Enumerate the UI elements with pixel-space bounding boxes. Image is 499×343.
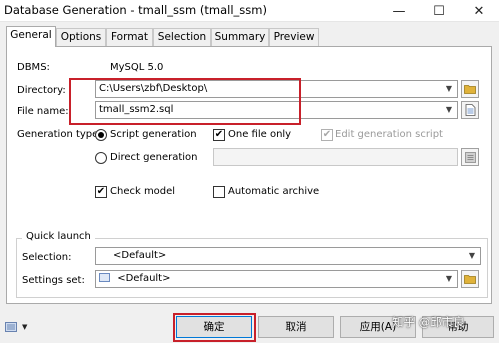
settings-set-label: Settings set: — [22, 275, 85, 286]
tab-summary[interactable]: Summary — [211, 28, 269, 46]
title-bar: Database Generation - tmall_ssm (tmall_s… — [0, 0, 499, 22]
one-file-only-checkbox[interactable]: ✔ — [213, 129, 225, 141]
selection-value: <Default> — [113, 250, 167, 261]
dbms-label: DBMS: — [17, 62, 50, 73]
minimize-icon[interactable]: — — [379, 0, 419, 22]
selection-dropdown[interactable]: <Default> ▼ — [95, 247, 481, 265]
close-icon[interactable]: ✕ — [459, 0, 499, 22]
tab-selection[interactable]: Selection — [153, 28, 211, 46]
chevron-down-icon[interactable]: ▼ — [443, 81, 455, 97]
directory-value: C:\Users\zbf\Desktop\ — [99, 83, 208, 94]
file-icon[interactable] — [461, 101, 479, 119]
script-generation-radio[interactable] — [95, 129, 107, 141]
edit-generation-script-label: Edit generation script — [335, 129, 443, 140]
maximize-icon[interactable]: ☐ — [419, 0, 459, 22]
chevron-down-icon[interactable]: ▼ — [443, 271, 455, 287]
direct-generation-input[interactable] — [213, 148, 458, 166]
directory-label: Directory: — [17, 85, 66, 96]
direct-generation-radio[interactable] — [95, 152, 107, 164]
filename-value: tmall_ssm2.sql — [99, 104, 174, 115]
folder-icon[interactable] — [461, 270, 479, 288]
check-model-checkbox[interactable]: ✔ — [95, 186, 107, 198]
tab-format[interactable]: Format — [106, 28, 153, 46]
one-file-only-label: One file only — [228, 129, 292, 140]
generation-type-label: Generation type: — [17, 129, 102, 140]
tab-bar: General Options Format Selection Summary… — [6, 26, 496, 47]
edit-generation-script-checkbox[interactable]: ✔ — [321, 129, 333, 141]
check-model-label: Check model — [110, 186, 176, 197]
chevron-down-icon[interactable]: ▼ — [443, 102, 455, 118]
cancel-button[interactable]: 取消 — [258, 316, 334, 338]
script-generation-label: Script generation — [110, 129, 197, 140]
dbms-value: MySQL 5.0 — [110, 62, 164, 73]
settings-set-dropdown[interactable]: <Default> ▼ — [95, 270, 458, 288]
tab-general[interactable]: General — [6, 26, 56, 47]
settings-set-value: <Default> — [117, 273, 171, 284]
filename-label: File name: — [17, 106, 69, 117]
tab-options[interactable]: Options — [56, 28, 106, 46]
window-title: Database Generation - tmall_ssm (tmall_s… — [4, 3, 267, 17]
direct-generation-label: Direct generation — [110, 152, 198, 163]
directory-input[interactable]: C:\Users\zbf\Desktop\ ▼ — [95, 80, 458, 98]
properties-icon[interactable] — [461, 148, 479, 166]
folder-icon[interactable] — [461, 80, 479, 98]
selection-label: Selection: — [22, 252, 72, 263]
table-icon — [99, 273, 110, 282]
automatic-archive-label: Automatic archive — [228, 186, 320, 197]
tab-preview[interactable]: Preview — [269, 28, 319, 46]
settings-menu-icon[interactable]: ▼ — [5, 319, 33, 335]
chevron-down-icon[interactable]: ▼ — [466, 248, 478, 264]
filename-input[interactable]: tmall_ssm2.sql ▼ — [95, 101, 458, 119]
automatic-archive-checkbox[interactable] — [213, 186, 225, 198]
ok-button[interactable]: 确定 — [176, 316, 252, 338]
quick-launch-title: Quick launch — [22, 231, 95, 242]
watermark: 知乎 @邱市良 — [392, 315, 465, 329]
